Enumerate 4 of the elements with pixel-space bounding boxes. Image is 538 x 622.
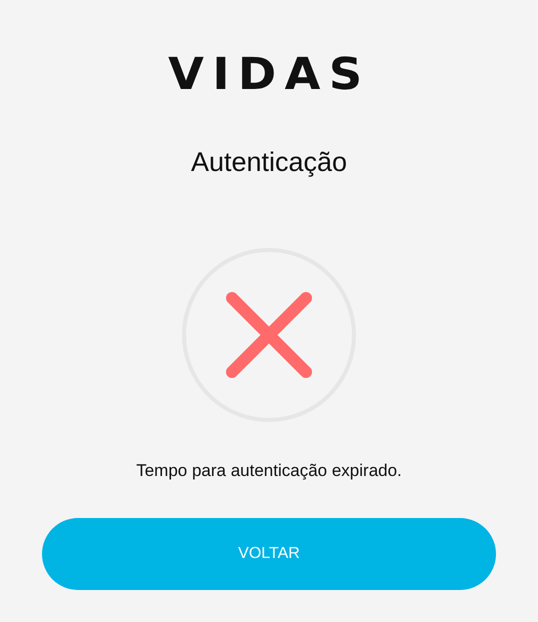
status-message: Tempo para autenticação expirado. xyxy=(136,460,402,482)
logo: VIDAS xyxy=(168,52,370,98)
page-title: Autenticação xyxy=(190,146,348,178)
back-button[interactable]: VOLTAR xyxy=(42,518,496,590)
